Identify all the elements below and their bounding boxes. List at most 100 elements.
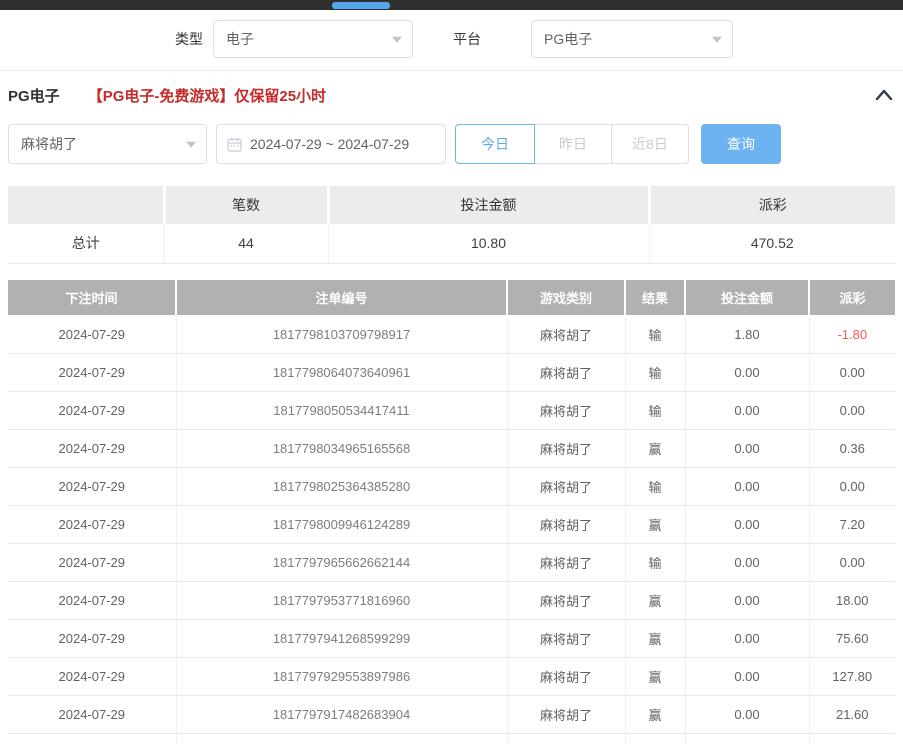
search-button[interactable]: 查询 (701, 124, 781, 164)
order-number-cell: 1817798050534417411 (176, 392, 507, 430)
bet-time-cell: 2024-07-29 (8, 620, 176, 658)
top-filter-bar: 类型 电子 平台 PG电子 (175, 20, 903, 58)
records-table: 下注时间 注单编号 游戏类别 结果 投注金额 派彩 2024-07-29 181… (8, 280, 895, 744)
record-row: 2024-07-29 1817797965662662144 麻将胡了 输 0.… (8, 544, 895, 582)
order-number-cell: 1817798025364385280 (176, 468, 507, 506)
game-select[interactable]: 麻将胡了 (8, 124, 207, 164)
summary-header-bet-amount: 投注金额 (328, 186, 649, 224)
bet-time-cell: 2024-07-29 (8, 696, 176, 734)
bet-time-cell: 2024-07-29 (8, 468, 176, 506)
platform-select[interactable]: PG电子 (531, 20, 733, 58)
result-cell: 输 (625, 354, 685, 392)
records-header-row: 下注时间 注单编号 游戏类别 结果 投注金额 派彩 (8, 280, 895, 316)
game-category-cell: 麻将胡了 (507, 582, 625, 620)
order-number-cell: 1817798009946124289 (176, 506, 507, 544)
bet-time-cell: 2024-07-29 (8, 316, 176, 354)
quick-date-button-group: 今日 昨日 近8日 (455, 124, 689, 164)
bet-time-cell: 2024-07-29 (8, 354, 176, 392)
game-category-cell: 麻将胡了 (507, 658, 625, 696)
game-category-cell: 麻将胡了 (507, 392, 625, 430)
header-payout: 派彩 (809, 280, 895, 316)
date-range-value: 2024-07-29 ~ 2024-07-29 (250, 136, 409, 152)
result-cell: 赢 (625, 658, 685, 696)
payout-cell: 0.00 (809, 392, 895, 430)
payout-cell: -1.80 (809, 316, 895, 354)
bet-time-cell: 2024-07-29 (8, 430, 176, 468)
platform-select-value: PG电子 (544, 29, 592, 49)
order-number-cell: 1817797965662662144 (176, 544, 507, 582)
bet-amount-cell: 1.80 (685, 316, 809, 354)
payout-cell: 127.80 (809, 658, 895, 696)
caret-down-icon (186, 142, 196, 148)
game-category-cell: 麻将胡了 (507, 734, 625, 744)
bet-amount-cell: 0.00 (685, 506, 809, 544)
summary-header-empty (8, 186, 164, 224)
collapse-button[interactable] (873, 84, 895, 106)
bet-time-cell: 2024-07-29 (8, 582, 176, 620)
scrollbar-thumb[interactable] (332, 2, 390, 9)
result-cell: 输 (625, 392, 685, 430)
record-row: 2024-07-29 1817797953771816960 麻将胡了 赢 0.… (8, 582, 895, 620)
platform-label: 平台 (453, 29, 481, 49)
today-button[interactable]: 今日 (455, 124, 535, 164)
payout-cell: 0.00 (809, 468, 895, 506)
caret-down-icon (712, 37, 722, 43)
summary-header-count: 笔数 (164, 186, 328, 224)
order-number-cell: 1817797953771816960 (176, 582, 507, 620)
payout-cell (809, 734, 895, 744)
bet-amount-cell: 0.00 (685, 430, 809, 468)
divider (0, 70, 903, 71)
record-row: 麻将胡了 赢 (8, 734, 895, 744)
type-label: 类型 (175, 29, 203, 49)
record-row: 2024-07-29 1817798034965165568 麻将胡了 赢 0.… (8, 430, 895, 468)
date-range-input[interactable]: 2024-07-29 ~ 2024-07-29 (216, 124, 446, 164)
record-row: 2024-07-29 1817797929553897986 麻将胡了 赢 0.… (8, 658, 895, 696)
bet-time-cell: 2024-07-29 (8, 392, 176, 430)
type-select[interactable]: 电子 (213, 20, 413, 58)
bet-amount-cell: 0.00 (685, 620, 809, 658)
result-cell: 输 (625, 544, 685, 582)
last-8-days-button[interactable]: 近8日 (611, 124, 689, 164)
payout-cell: 21.60 (809, 696, 895, 734)
bet-time-cell: 2024-07-29 (8, 506, 176, 544)
query-toolbar: 麻将胡了 2024-07-29 ~ 2024-07-29 今日 昨日 近8日 查… (8, 124, 895, 164)
payout-cell: 0.36 (809, 430, 895, 468)
section-notice: 【PG电子-免费游戏】仅保留25小时 (88, 85, 326, 106)
payout-cell: 75.60 (809, 620, 895, 658)
record-row: 2024-07-29 1817798050534417411 麻将胡了 输 0.… (8, 392, 895, 430)
header-order-number: 注单编号 (176, 280, 507, 316)
game-category-cell: 麻将胡了 (507, 506, 625, 544)
game-select-value: 麻将胡了 (21, 134, 77, 154)
result-cell: 赢 (625, 620, 685, 658)
bet-amount-cell: 0.00 (685, 544, 809, 582)
game-category-cell: 麻将胡了 (507, 696, 625, 734)
record-row: 2024-07-29 1817797917482683904 麻将胡了 赢 0.… (8, 696, 895, 734)
summary-total-count: 44 (164, 224, 328, 263)
game-category-cell: 麻将胡了 (507, 544, 625, 582)
order-number-cell: 1817797941268599299 (176, 620, 507, 658)
type-select-value: 电子 (226, 29, 254, 49)
summary-total-bet-amount: 10.80 (328, 224, 649, 263)
payout-cell: 18.00 (809, 582, 895, 620)
summary-table: 笔数 投注金额 派彩 总计 44 10.80 470.52 (8, 186, 895, 264)
summary-header-row: 笔数 投注金额 派彩 (8, 186, 895, 224)
bet-amount-cell: 0.00 (685, 354, 809, 392)
order-number-cell (176, 734, 507, 744)
order-number-cell: 1817798064073640961 (176, 354, 507, 392)
order-number-cell: 1817797929553897986 (176, 658, 507, 696)
yesterday-button[interactable]: 昨日 (534, 124, 612, 164)
result-cell: 赢 (625, 506, 685, 544)
header-result: 结果 (625, 280, 685, 316)
bet-amount-cell: 0.00 (685, 468, 809, 506)
chevron-up-icon (875, 89, 893, 101)
summary-total-label: 总计 (8, 224, 164, 263)
bet-time-cell: 2024-07-29 (8, 544, 176, 582)
order-number-cell: 1817798103709798917 (176, 316, 507, 354)
bet-time-cell: 2024-07-29 (8, 658, 176, 696)
bet-amount-cell: 0.00 (685, 696, 809, 734)
result-cell: 输 (625, 316, 685, 354)
order-number-cell: 1817798034965165568 (176, 430, 507, 468)
record-row: 2024-07-29 1817798103709798917 麻将胡了 输 1.… (8, 316, 895, 354)
payout-cell: 0.00 (809, 544, 895, 582)
game-category-cell: 麻将胡了 (507, 354, 625, 392)
